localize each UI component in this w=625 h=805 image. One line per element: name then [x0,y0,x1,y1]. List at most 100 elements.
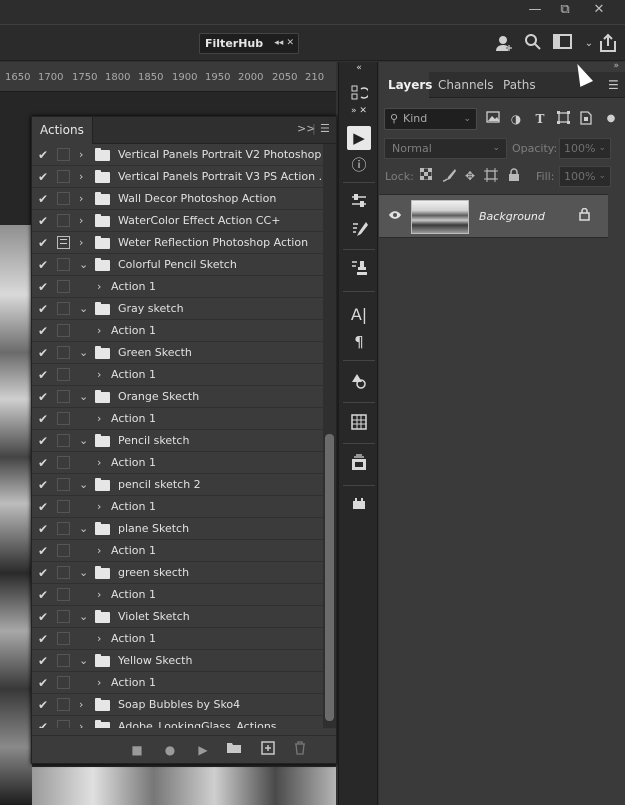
panel-menu-icon[interactable]: ☰ [608,72,619,98]
dialog-toggle[interactable] [57,566,70,579]
stamp-icon[interactable] [347,259,371,283]
action-set[interactable]: ✔ › Adobe_LookingGlass_Actions [32,716,323,728]
checkmark-icon[interactable]: ✔ [38,170,48,184]
dialog-toggle[interactable] [57,654,70,667]
action-set[interactable]: ✔ › Vertical Panels Portrait V3 PS Action … [32,166,323,188]
filter-toggle-icon[interactable]: ● [603,111,619,127]
dialog-toggle[interactable] [57,522,70,535]
chevron-right-icon[interactable]: › [97,588,101,602]
tab-paths[interactable]: Paths [503,72,536,98]
chevron-right-icon[interactable]: › [79,170,83,184]
action-item[interactable]: ✔ › Action 1 [32,672,323,694]
chevron-down-icon[interactable]: ⌄ [79,522,88,536]
filterhub-panel-tab[interactable]: FilterHub ◂◂ ✕ [199,33,299,54]
dialog-toggle[interactable] [57,588,70,601]
lock-pixels-icon[interactable] [441,168,457,184]
dialog-toggle[interactable] [57,302,70,315]
action-set[interactable]: ✔ ⌄ Pencil sketch [32,430,323,452]
checkmark-icon[interactable]: ✔ [38,698,48,712]
dialog-toggle[interactable] [57,500,70,513]
chevron-right-icon[interactable]: › [97,456,101,470]
lock-artboard-icon[interactable] [483,168,499,184]
action-item[interactable]: ✔ › Action 1 [32,452,323,474]
glyphs-icon[interactable] [347,413,371,437]
share-icon[interactable] [597,33,619,55]
smart-object-filter-icon[interactable] [578,111,594,127]
chevron-right-icon[interactable]: › [79,192,83,206]
dialog-toggle[interactable] [57,258,70,271]
action-set[interactable]: ✔ ⌄ Violet Sketch [32,606,323,628]
collapse-strip-icon[interactable]: « [347,62,371,74]
checkmark-icon[interactable]: ✔ [38,346,48,360]
character-icon[interactable]: A| [347,303,371,327]
chevron-right-icon[interactable]: › [97,676,101,690]
action-set[interactable]: ✔ › WaterColor Effect Action CC+ [32,210,323,232]
brush-settings-icon[interactable] [347,220,371,244]
checkmark-icon[interactable]: ✔ [38,566,48,580]
dialog-toggle[interactable] [57,192,70,205]
checkmark-icon[interactable]: ✔ [38,324,48,338]
dialog-toggle[interactable] [57,412,70,425]
tab-channels[interactable]: Channels [438,72,494,98]
tab-actions[interactable]: Actions [32,117,93,144]
folder-icon[interactable] [225,741,243,759]
chevron-right-icon[interactable]: › [97,412,101,426]
action-item[interactable]: ✔ › Action 1 [32,496,323,518]
shape-filter-icon[interactable] [555,111,571,127]
action-set[interactable]: ✔ ⌄ Orange Skecth [32,386,323,408]
checkmark-icon[interactable]: ✔ [38,214,48,228]
dialog-toggle[interactable] [57,720,70,728]
action-set[interactable]: ✔ ⌄ Colorful Pencil Sketch [32,254,323,276]
checkmark-icon[interactable]: ✔ [38,720,48,728]
action-set[interactable]: ✔ › Vertical Panels Portrait V2 Photoshop … [32,144,323,166]
plugins-icon[interactable] [347,495,371,519]
lock-transparency-icon[interactable] [418,167,434,184]
adjustments-icon[interactable] [347,192,371,216]
strip-mini-controls[interactable]: » ✕ [347,105,371,117]
dialog-toggle[interactable] [57,632,70,645]
checkmark-icon[interactable]: ✔ [38,412,48,426]
checkmark-icon[interactable]: ✔ [38,192,48,206]
action-set[interactable]: ✔ › Soap Bubbles by Sko4 [32,694,323,716]
chevron-down-icon[interactable]: ⌄ [79,434,88,448]
action-item[interactable]: ✔ › Action 1 [32,540,323,562]
layer-name[interactable]: Background [479,210,545,223]
dialog-toggle[interactable] [57,456,70,469]
action-set[interactable]: ✔ › Weter Reflection Photoshop Action [32,232,323,254]
tab-layers[interactable]: Layers [379,72,432,98]
dialog-toggle[interactable] [57,280,70,293]
search-icon[interactable] [522,33,544,55]
checkmark-icon[interactable]: ✔ [38,478,48,492]
action-item[interactable]: ✔ › Action 1 [32,364,323,386]
layer-row[interactable]: Background [379,194,608,238]
opacity-field[interactable]: 100% ⌄ [559,138,611,159]
chevron-down-icon[interactable]: ⌄ [79,478,88,492]
checkmark-icon[interactable]: ✔ [38,544,48,558]
scrollbar-thumb[interactable] [325,434,334,721]
action-set[interactable]: ✔ ⌄ Green Skecth [32,342,323,364]
lock-position-icon[interactable]: ✥ [462,168,478,184]
dialog-toggle[interactable] [57,324,70,337]
adjustment-filter-icon[interactable]: ◑ [508,111,524,127]
action-set[interactable]: ✔ › Wall Decor Photoshop Action [32,188,323,210]
chevron-right-icon[interactable]: › [97,632,101,646]
dialog-toggle[interactable] [57,544,70,557]
action-set[interactable]: ✔ ⌄ Yellow Skecth [32,650,323,672]
chevron-right-icon[interactable]: › [97,280,101,294]
expand-panel-icon[interactable]: » [613,61,619,71]
checkmark-icon[interactable]: ✔ [38,280,48,294]
panel-menu-icon[interactable]: ☰ [320,122,330,135]
action-item[interactable]: ✔ › Action 1 [32,584,323,606]
dialog-toggle[interactable] [57,368,70,381]
dialog-toggle[interactable] [57,236,70,249]
paragraph-icon[interactable]: ¶ [347,330,371,354]
checkmark-icon[interactable]: ✔ [38,456,48,470]
dialog-toggle[interactable] [57,214,70,227]
person-add-icon[interactable] [493,33,515,55]
new-action-icon[interactable] [259,741,277,759]
chevron-right-icon[interactable]: › [79,236,83,250]
checkmark-icon[interactable]: ✔ [38,610,48,624]
actions-scrollbar[interactable] [323,144,336,728]
chevron-right-icon[interactable]: › [97,544,101,558]
workspace-icon[interactable] [552,33,574,55]
